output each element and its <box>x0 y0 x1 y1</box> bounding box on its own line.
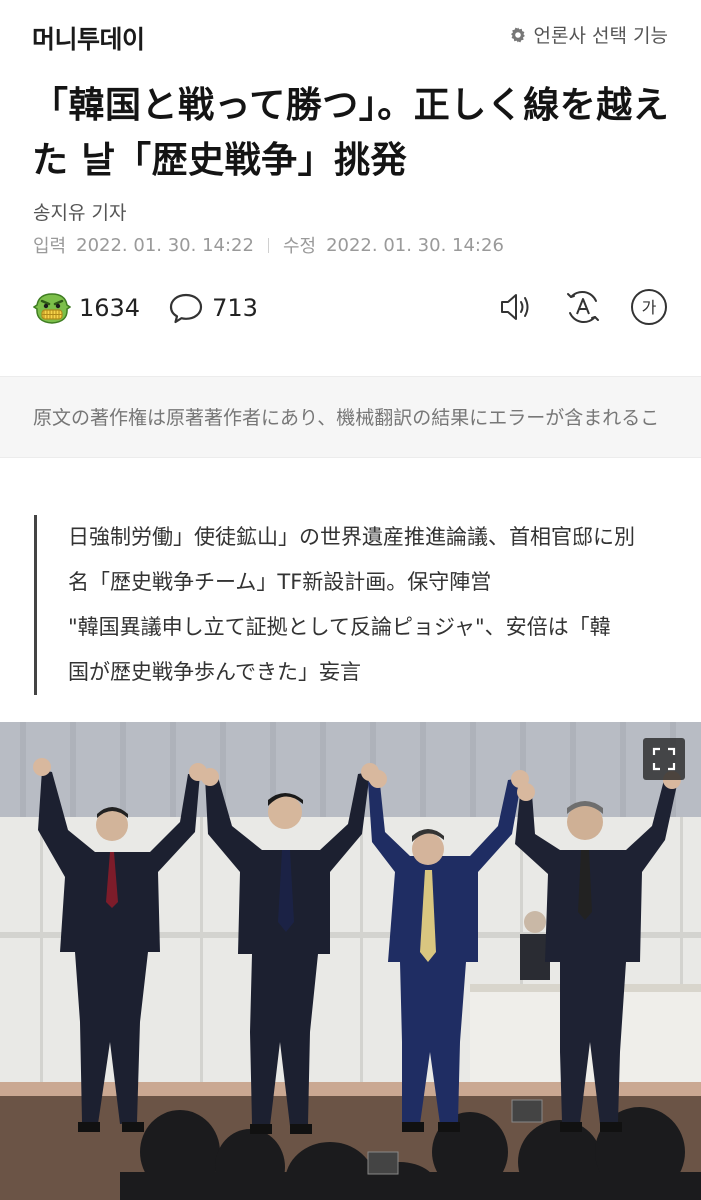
press-logo[interactable]: 머니투데이 <box>32 20 145 56</box>
top-bar: 머니투데이 언론사 선택 기능 <box>0 0 701 70</box>
article-dates: 입력 2022. 01. 30. 14:22 수정 2022. 01. 30. … <box>33 232 504 258</box>
modified-label: 수정 <box>282 236 317 257</box>
comment-button[interactable]: 713 <box>168 292 258 324</box>
translation-notice: 原文の著作権は原著著作者にあり、機械翻訳の結果にエラーが含まれるこ <box>0 376 701 458</box>
translate-button[interactable]: 가 <box>629 287 669 327</box>
text-size-icon <box>567 290 599 324</box>
angry-face-icon <box>33 293 71 324</box>
translation-notice-text: 原文の著作権は原著著作者にあり、機械翻訳の結果にエラーが含まれるこ <box>33 407 660 429</box>
article-headline: 「韓国と戦って勝つ」。正しく線を越え た 날「歴史戦争」挑発 <box>32 78 672 188</box>
comment-count: 713 <box>212 294 258 322</box>
published-date: 2022. 01. 30. 14:22 <box>76 234 254 256</box>
expand-photo-button[interactable] <box>643 738 685 780</box>
reaction-button[interactable]: 1634 <box>33 289 140 327</box>
reaction-bar: 1634 713 <box>33 286 286 330</box>
press-select-button[interactable]: 언론사 선택 기능 <box>508 21 668 48</box>
speech-bubble-icon <box>169 293 203 324</box>
article-photo[interactable] <box>0 722 701 1200</box>
article-page: 머니투데이 언론사 선택 기능 「韓国と戦って勝つ」。正しく線を越え た 날「歴… <box>0 0 701 1200</box>
published-label: 입력 <box>33 236 67 257</box>
reporter-name[interactable]: 송지유 기자 <box>33 198 126 225</box>
summary-line: 日強制労働」使徒鉱山」の世界遺産推進論議、首相官邸に別 <box>68 525 635 549</box>
text-size-button[interactable] <box>563 287 603 327</box>
speaker-icon <box>501 294 529 320</box>
expand-icon <box>652 747 676 771</box>
article-tools: 가 <box>497 287 669 327</box>
headline-line-1: 「韓国と戦って勝つ」。正しく線を越え <box>32 85 670 126</box>
photo-illustration <box>0 722 701 1200</box>
summary-line: "韓国異議申し立て証拠として反論ピョジャ"、安倍は「韓 <box>68 615 611 639</box>
listen-button[interactable] <box>497 287 537 327</box>
article-summary: 日強制労働」使徒鉱山」の世界遺産推進論議、首相官邸に別 名「歴史戦争チーム」TF… <box>34 515 674 695</box>
gear-icon <box>510 27 525 42</box>
translate-icon: 가 <box>631 289 667 325</box>
summary-line: 国が歴史戦争歩んできた」妄言 <box>68 660 361 684</box>
date-divider <box>267 237 269 253</box>
summary-line: 名「歴史戦争チーム」TF新設計画。保守陣営 <box>68 570 492 594</box>
press-select-label: 언론사 선택 기능 <box>533 25 668 47</box>
translate-glyph: 가 <box>642 298 657 317</box>
reaction-count: 1634 <box>79 294 141 322</box>
modified-date: 2022. 01. 30. 14:26 <box>326 234 504 256</box>
headline-line-2: た 날「歴史戦争」挑発 <box>32 140 408 181</box>
